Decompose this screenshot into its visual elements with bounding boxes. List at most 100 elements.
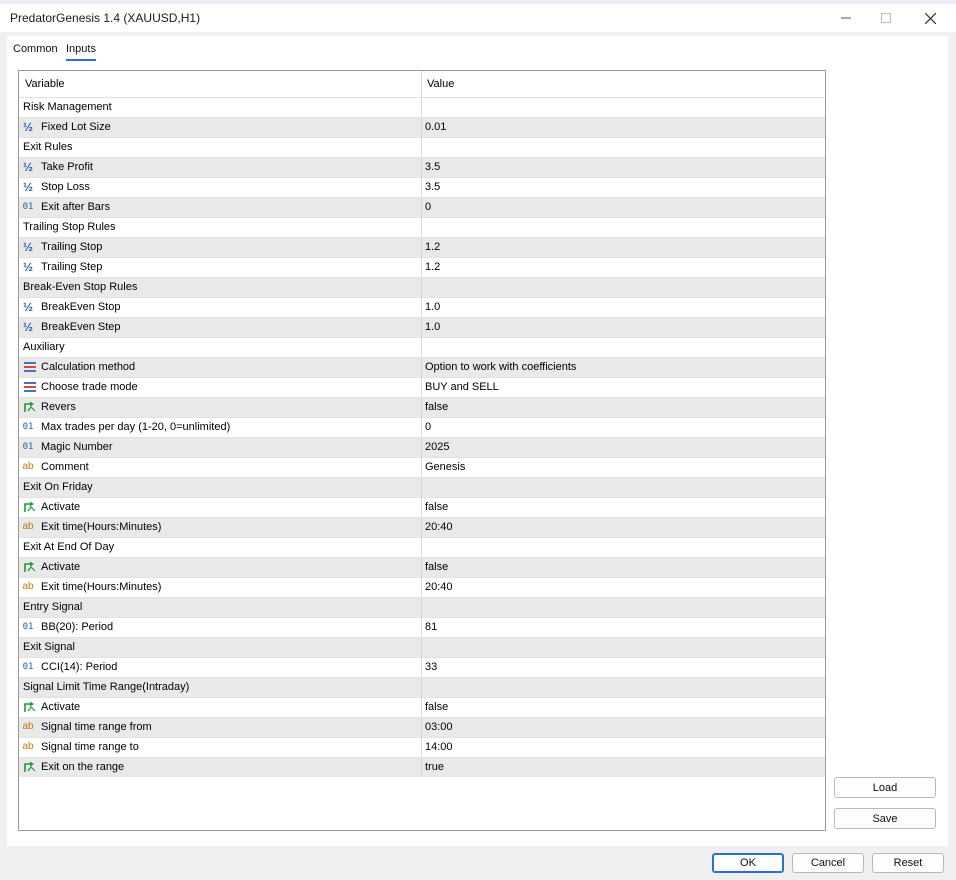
parameter-name: Signal Limit Time Range(Intraday) <box>23 681 189 693</box>
parameter-value[interactable]: false <box>425 501 448 513</box>
group-header-row[interactable]: Break-Even Stop Rules <box>19 277 825 297</box>
parameter-value[interactable]: 2025 <box>425 441 449 453</box>
close-icon <box>924 12 936 24</box>
parameter-value[interactable]: 3.5 <box>425 181 440 193</box>
maximize-button[interactable] <box>866 4 906 32</box>
parameter-name: ab Exit time(Hours:Minutes) <box>22 521 161 533</box>
parameter-value[interactable]: 14:00 <box>425 741 453 753</box>
parameter-label: Exit time(Hours:Minutes) <box>41 581 162 593</box>
group-header-row[interactable]: Exit At End Of Day <box>19 537 825 557</box>
parameter-label: Entry Signal <box>23 601 83 613</box>
parameter-label: Exit Rules <box>23 141 73 153</box>
parameter-value[interactable]: true <box>425 761 444 773</box>
tab-common[interactable]: Common <box>13 43 58 55</box>
parameter-label: Break-Even Stop Rules <box>23 281 138 293</box>
string-icon: ab <box>22 721 34 732</box>
parameter-row[interactable]: Activate false <box>19 697 825 717</box>
parameter-name: Exit on the range <box>23 761 124 773</box>
parameter-row[interactable]: ½ BreakEven Stop 1.0 <box>19 297 825 317</box>
parameter-value[interactable]: 1.2 <box>425 241 440 253</box>
save-button[interactable]: Save <box>834 808 936 829</box>
parameter-value[interactable]: 33 <box>425 661 437 673</box>
parameter-label: Trailing Stop Rules <box>23 221 116 233</box>
parameter-value[interactable]: 0 <box>425 201 431 213</box>
parameter-label: Signal time range from <box>41 721 152 733</box>
parameter-row[interactable]: 01 Max trades per day (1-20, 0=unlimited)… <box>19 417 825 437</box>
parameter-value[interactable]: 0.01 <box>425 121 446 133</box>
parameter-row[interactable]: 01 CCI(14): Period 33 <box>19 657 825 677</box>
load-button[interactable]: Load <box>834 777 936 798</box>
parameter-name: ½ Trailing Stop <box>23 241 102 253</box>
bool-icon <box>23 761 37 773</box>
group-header-row[interactable]: Exit On Friday <box>19 477 825 497</box>
parameter-value[interactable]: 0 <box>425 421 431 433</box>
reset-button[interactable]: Reset <box>872 853 944 873</box>
column-separator[interactable] <box>421 71 422 776</box>
parameter-value[interactable]: false <box>425 561 448 573</box>
tab-inputs[interactable]: Inputs <box>66 43 96 61</box>
column-header-value[interactable]: Value <box>427 78 454 90</box>
group-header-row[interactable]: Entry Signal <box>19 597 825 617</box>
parameter-name: Activate <box>23 701 80 713</box>
parameter-row[interactable]: ½ Take Profit 3.5 <box>19 157 825 177</box>
group-header-row[interactable]: Exit Signal <box>19 637 825 657</box>
group-header-row[interactable]: Exit Rules <box>19 137 825 157</box>
close-button[interactable] <box>910 4 950 32</box>
double-icon: ½ <box>23 240 34 254</box>
parameter-value[interactable]: 1.0 <box>425 301 440 313</box>
bool-icon <box>23 501 37 513</box>
parameter-value[interactable]: 1.0 <box>425 321 440 333</box>
parameter-row[interactable]: 01 Exit after Bars 0 <box>19 197 825 217</box>
parameter-label: Magic Number <box>41 441 113 453</box>
parameter-label: BreakEven Stop <box>41 301 121 313</box>
group-header-row[interactable]: Signal Limit Time Range(Intraday) <box>19 677 825 697</box>
group-header-row[interactable]: Risk Management <box>19 97 825 117</box>
parameter-row[interactable]: Exit on the range true <box>19 757 825 777</box>
parameter-row[interactable]: ab Exit time(Hours:Minutes) 20:40 <box>19 517 825 537</box>
parameter-value[interactable]: BUY and SELL <box>425 381 499 393</box>
parameter-row[interactable]: Calculation method Option to work with co… <box>19 357 825 377</box>
parameter-row[interactable]: 01 BB(20): Period 81 <box>19 617 825 637</box>
inputs-grid[interactable]: Variable Value Risk Management ½ Fixed Lot… <box>18 70 826 831</box>
parameter-name: 01 CCI(14): Period <box>23 661 118 673</box>
parameter-value[interactable]: 81 <box>425 621 437 633</box>
parameter-row[interactable]: ab Signal time range from 03:00 <box>19 717 825 737</box>
parameter-row[interactable]: Activate false <box>19 557 825 577</box>
parameter-value[interactable]: false <box>425 401 448 413</box>
parameter-value[interactable]: false <box>425 701 448 713</box>
minimize-button[interactable] <box>826 4 866 32</box>
double-icon: ½ <box>23 300 34 314</box>
parameter-row[interactable]: ab Comment Genesis <box>19 457 825 477</box>
double-icon: ½ <box>23 180 34 194</box>
parameter-name: ab Signal time range from <box>22 721 152 733</box>
parameter-value[interactable]: 03:00 <box>425 721 453 733</box>
parameter-row[interactable]: Choose trade mode BUY and SELL <box>19 377 825 397</box>
parameter-name: Calculation method <box>23 361 135 373</box>
parameter-label: Stop Loss <box>41 181 90 193</box>
column-header-variable[interactable]: Variable <box>25 78 65 90</box>
parameter-row[interactable]: ½ BreakEven Step 1.0 <box>19 317 825 337</box>
parameter-value[interactable]: Genesis <box>425 461 465 473</box>
parameter-row[interactable]: Activate false <box>19 497 825 517</box>
parameter-row[interactable]: ½ Trailing Step 1.2 <box>19 257 825 277</box>
cancel-button[interactable]: Cancel <box>792 853 864 873</box>
parameter-value[interactable]: 1.2 <box>425 261 440 273</box>
parameter-row[interactable]: ½ Stop Loss 3.5 <box>19 177 825 197</box>
group-header-row[interactable]: Trailing Stop Rules <box>19 217 825 237</box>
parameter-value[interactable]: 3.5 <box>425 161 440 173</box>
group-header-row[interactable]: Auxiliary <box>19 337 825 357</box>
parameter-row[interactable]: Revers false <box>19 397 825 417</box>
parameter-name: Risk Management <box>23 101 112 113</box>
parameter-row[interactable]: ½ Trailing Stop 1.2 <box>19 237 825 257</box>
parameter-value[interactable]: 20:40 <box>425 581 453 593</box>
parameter-name: Exit At End Of Day <box>23 541 114 553</box>
parameter-row[interactable]: ab Exit time(Hours:Minutes) 20:40 <box>19 577 825 597</box>
parameter-value[interactable]: Option to work with coefficients <box>425 361 576 373</box>
parameter-value[interactable]: 20:40 <box>425 521 453 533</box>
parameter-name: ab Comment <box>22 461 88 473</box>
parameter-row[interactable]: ½ Fixed Lot Size 0.01 <box>19 117 825 137</box>
parameter-label: Trailing Step <box>41 261 103 273</box>
parameter-row[interactable]: 01 Magic Number 2025 <box>19 437 825 457</box>
ok-button[interactable]: OK <box>712 853 784 873</box>
parameter-row[interactable]: ab Signal time range to 14:00 <box>19 737 825 757</box>
